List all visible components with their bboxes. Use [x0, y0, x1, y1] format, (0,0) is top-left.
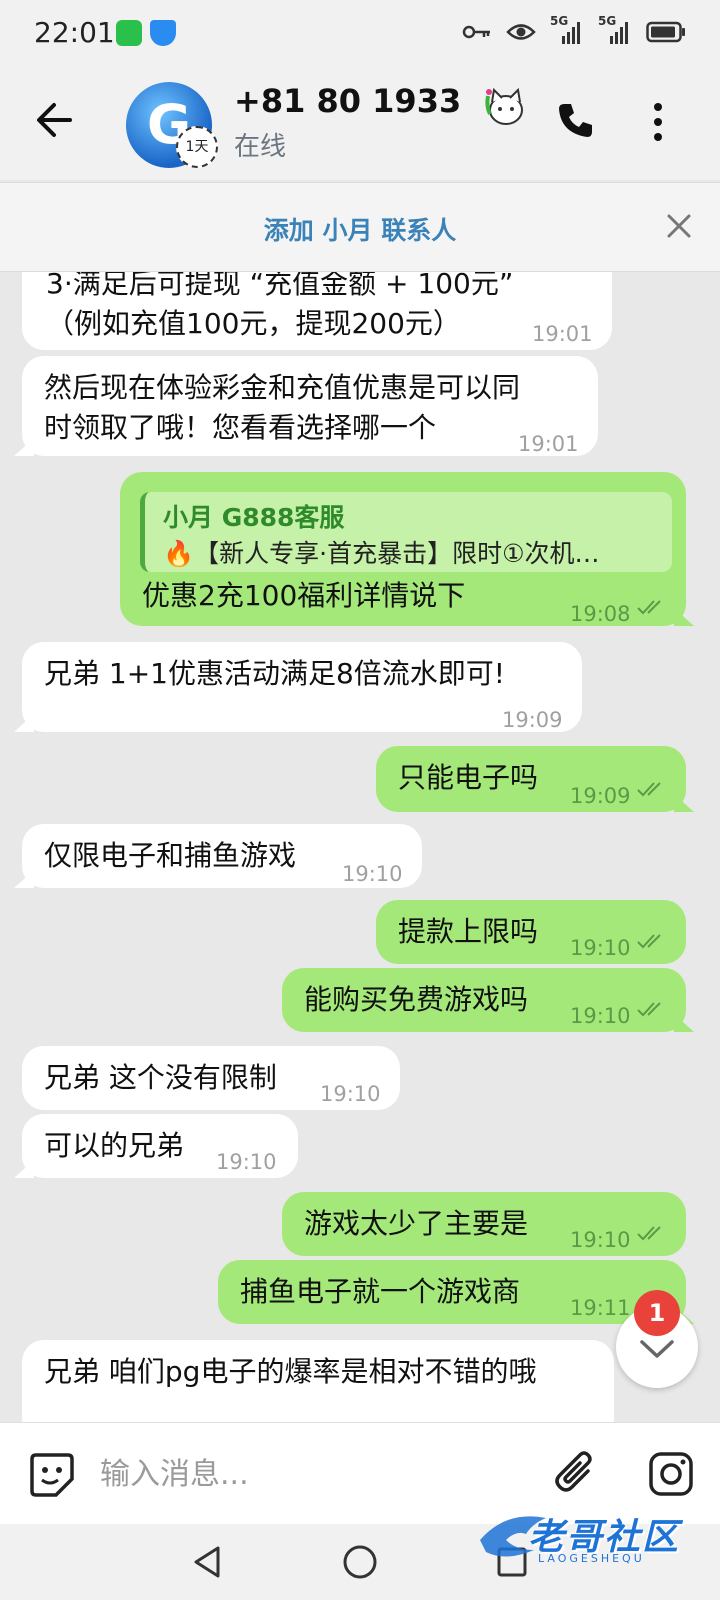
message-text: 只能电子吗 — [398, 761, 539, 794]
status-time: 22:01 — [34, 16, 115, 49]
message-time: 19:10 — [342, 862, 403, 886]
contact-name[interactable]: +81 80 1933 70 — [234, 82, 464, 120]
message-text: 捕鱼电子就一个游戏商 — [240, 1275, 521, 1308]
message-bubble-outgoing[interactable]: 游戏太少了主要是 19:10 — [282, 1192, 686, 1256]
message-time: 19:01 — [518, 432, 579, 456]
message-time: 19:09 — [502, 708, 563, 732]
signal-5g-icon-2: 5G — [598, 14, 632, 46]
phone-icon[interactable] — [556, 100, 596, 140]
chat-header: G 1天 +81 80 1933 70 在线 — [0, 68, 720, 180]
message-text: 游戏太少了主要是 — [304, 1207, 529, 1240]
message-bubble-outgoing[interactable]: 提款上限吗 19:10 — [376, 900, 686, 964]
paperclip-icon[interactable] — [552, 1449, 600, 1499]
back-arrow-icon[interactable] — [34, 96, 74, 144]
battery-icon — [646, 21, 685, 43]
message-text: （例如充值100元，提现200元） — [46, 307, 461, 340]
message-input[interactable]: 输入消息... — [100, 1449, 249, 1493]
nav-home-icon[interactable] — [342, 1544, 378, 1580]
message-text: 提款上限吗 — [398, 915, 539, 948]
message-time: 19:10 — [570, 1228, 631, 1252]
message-text: 可以的兄弟 — [44, 1129, 185, 1162]
message-bubble-incoming[interactable]: 兄弟 1+1优惠活动满足8倍流水即可! 19:09 — [22, 642, 582, 732]
message-bubble-outgoing[interactable]: 小月 G888客服 🔥【新人专享·首充暴击】限时①次机… 优惠2充100福利详情… — [120, 472, 686, 626]
message-bubble-incoming[interactable]: 可以的兄弟 19:10 — [22, 1114, 298, 1178]
message-text: 然后现在体验彩金和充值优惠是可以同 — [44, 371, 521, 404]
status-bar: 22:01 5G 5G — [0, 0, 720, 68]
wechat-notification-icon — [116, 20, 142, 46]
message-text: 能购买免费游戏吗 — [304, 983, 529, 1016]
camera-icon[interactable] — [648, 1451, 694, 1497]
shield-notification-icon — [150, 20, 176, 46]
add-contact-label[interactable]: 添加 小月 联系人 — [0, 211, 720, 247]
reply-sender-name: 小月 G888客服 — [163, 503, 345, 532]
message-time: 19:08 — [570, 602, 631, 626]
message-bubble-incoming[interactable]: 兄弟 咱们pg电子的爆率是相对不错的哦 — [22, 1340, 614, 1424]
auto-delete-timer-badge: 1天 — [176, 126, 218, 168]
message-time: 19:10 — [216, 1150, 277, 1174]
more-options-icon[interactable] — [652, 102, 664, 142]
message-text: 3·满足后可提现 “充值金额 + 100元” — [46, 272, 514, 300]
reply-preview-text: 🔥【新人专享·首充暴击】限时①次机… — [163, 539, 600, 568]
message-time: 19:10 — [570, 936, 631, 960]
message-bubble-outgoing[interactable]: 能购买免费游戏吗 19:10 — [282, 968, 686, 1032]
message-time: 19:10 — [320, 1082, 381, 1106]
reply-quote[interactable]: 小月 G888客服 🔥【新人专享·首充暴击】限时①次机… — [140, 492, 672, 572]
read-ticks-icon — [637, 1226, 661, 1241]
read-ticks-icon — [637, 1002, 661, 1017]
contact-status: 在线 — [234, 132, 287, 162]
unread-count-badge: 1 — [634, 1290, 680, 1336]
message-bubble-incoming[interactable]: 兄弟 这个没有限制 19:10 — [22, 1046, 400, 1110]
read-ticks-icon — [637, 600, 661, 615]
message-time: 19:10 — [570, 1004, 631, 1028]
sticker-emoji-icon[interactable] — [28, 1451, 76, 1499]
message-list[interactable]: 3·满足后可提现 “充值金额 + 100元” （例如充值100元，提现200元）… — [0, 272, 720, 1424]
signal-5g-icon: 5G — [550, 14, 584, 46]
read-ticks-icon — [637, 934, 661, 949]
cat-sticker-icon — [485, 87, 523, 125]
eye-icon — [506, 24, 536, 40]
message-text: 时领取了哦！您看看选择哪一个 — [44, 411, 437, 444]
message-bubble-incoming[interactable]: 然后现在体验彩金和充值优惠是可以同 时领取了哦！您看看选择哪一个 19:01 — [22, 356, 598, 456]
message-text: 优惠2充100福利详情说下 — [142, 579, 466, 612]
watermark-subtext: LAOGESHEQU — [538, 1552, 645, 1565]
key-icon — [462, 25, 490, 39]
message-time: 19:09 — [570, 784, 631, 808]
add-contact-banner[interactable]: 添加 小月 联系人 — [0, 182, 720, 272]
close-icon[interactable] — [664, 211, 694, 241]
message-bubble-incoming[interactable]: 3·满足后可提现 “充值金额 + 100元” （例如充值100元，提现200元）… — [22, 272, 612, 350]
message-text: 仅限电子和捕鱼游戏 — [44, 839, 297, 872]
message-bubble-outgoing[interactable]: 只能电子吗 19:09 — [376, 746, 686, 812]
message-text: 兄弟 咱们pg电子的爆率是相对不错的哦 — [44, 1355, 537, 1388]
nav-back-icon[interactable] — [190, 1544, 224, 1580]
message-text: 兄弟 1+1优惠活动满足8倍流水即可! — [44, 657, 506, 690]
read-ticks-icon — [637, 782, 661, 797]
message-bubble-incoming[interactable]: 仅限电子和捕鱼游戏 19:10 — [22, 824, 422, 888]
message-text: 兄弟 这个没有限制 — [44, 1061, 277, 1094]
message-time: 19:01 — [532, 322, 593, 346]
